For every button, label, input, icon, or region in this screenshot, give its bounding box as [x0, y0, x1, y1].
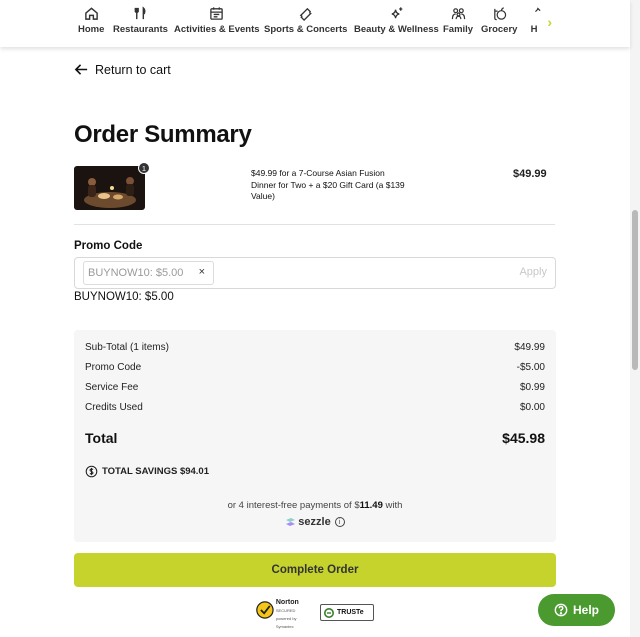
complete-order-button[interactable]: Complete Order: [74, 553, 556, 587]
remove-promo-icon[interactable]: ×: [199, 266, 205, 278]
help-button[interactable]: Help: [538, 594, 615, 626]
return-to-cart-link[interactable]: Return to cart: [74, 62, 171, 77]
return-label: Return to cart: [95, 62, 171, 77]
cart-item-price: $49.99: [513, 168, 547, 180]
ticket-icon: [298, 5, 314, 21]
row-label: Sub-Total (1 items): [85, 342, 169, 353]
divider: [74, 224, 555, 225]
truste-mark-icon: [324, 607, 334, 618]
family-icon: [450, 5, 466, 21]
sezzle-prefix: or 4 interest-free payments of $: [227, 500, 360, 511]
nav-label: Family: [443, 24, 474, 35]
nav-label: H: [530, 24, 538, 35]
row-value: $49.99: [514, 342, 545, 353]
quantity-badge: 1: [138, 162, 150, 174]
nav-label: Home: [78, 24, 105, 35]
nav-item-family[interactable]: Family: [443, 5, 473, 45]
nav-item-partial[interactable]: H: [526, 5, 542, 45]
calendar-icon: [209, 5, 225, 21]
sezzle-mark-icon: [286, 518, 296, 526]
savings-text: TOTAL SAVINGS $94.01: [102, 466, 210, 477]
fork-knife-icon: [132, 5, 148, 21]
nav-item-restaurants[interactable]: Restaurants: [113, 5, 168, 45]
dollar-circle-icon: [85, 465, 98, 478]
order-summary-panel: Sub-Total (1 items) $49.99 Promo Code -$…: [74, 330, 556, 542]
row-label: Promo Code: [85, 362, 142, 373]
total-row: Total $45.98: [85, 430, 545, 446]
scrollbar[interactable]: [630, 0, 640, 637]
norton-label: Norton: [275, 599, 299, 606]
top-navigation: Home Restaurants Activities & Events Spo…: [0, 0, 630, 47]
nav-item-sports[interactable]: Sports & Concerts: [264, 5, 347, 45]
applied-promo-text: BUYNOW10: $5.00: [74, 291, 174, 303]
summary-row-promo: Promo Code -$5.00: [85, 362, 545, 373]
applied-promo-chip: BUYNOW10: $5.00 ×: [83, 261, 214, 285]
info-icon[interactable]: i: [334, 517, 345, 527]
apply-button[interactable]: Apply: [519, 266, 547, 278]
question-circle-icon: [554, 603, 568, 617]
total-savings: TOTAL SAVINGS $94.01: [85, 465, 209, 478]
norton-sub-label: SECURED: [275, 608, 296, 613]
sezzle-amount: 11.49: [359, 500, 383, 511]
sezzle-brand: sezzle: [298, 516, 331, 528]
summary-row-credits: Credits Used $0.00: [85, 402, 545, 413]
norton-check-icon: [256, 601, 274, 619]
nav-item-beauty[interactable]: Beauty & Wellness: [354, 5, 439, 45]
partial-icon: [526, 5, 542, 21]
total-value: $45.98: [502, 430, 545, 446]
nav-label: Restaurants: [113, 24, 168, 35]
promo-chip-text: BUYNOW10: $5.00: [88, 267, 184, 279]
nav-label: Grocery: [481, 24, 518, 35]
row-label: Credits Used: [85, 402, 143, 413]
page-title: Order Summary: [74, 121, 252, 148]
cart-item-description: $49.99 for a 7-Course Asian Fusion Dinne…: [251, 168, 405, 201]
promo-code-field[interactable]: BUYNOW10: $5.00 × Apply: [74, 257, 556, 289]
nav-label: Activities & Events: [174, 24, 260, 35]
sezzle-suffix: with: [382, 500, 403, 511]
sparkle-icon: [388, 5, 404, 21]
chevron-right-icon[interactable]: ›: [547, 14, 552, 30]
arrow-left-icon: [74, 64, 88, 75]
deal-thumbnail[interactable]: [74, 166, 145, 210]
norton-powered-label: powered by Symantec: [275, 616, 297, 629]
row-value: $0.99: [519, 382, 545, 393]
truste-label: TRUSTe: [337, 609, 364, 616]
total-label: Total: [85, 430, 118, 446]
nav-item-home[interactable]: Home: [78, 5, 104, 45]
truste-badge: TRUSTe: [320, 604, 374, 621]
promo-code-label: Promo Code: [74, 240, 143, 252]
sezzle-installments: or 4 interest-free payments of $11.49 wi…: [74, 500, 556, 511]
help-label: Help: [572, 603, 599, 617]
nav-item-grocery[interactable]: Grocery: [481, 5, 517, 45]
summary-row-service-fee: Service Fee $0.99: [85, 382, 545, 393]
nav-label: Sports & Concerts: [264, 24, 348, 35]
row-value: $0.00: [519, 402, 545, 413]
scrollbar-thumb[interactable]: [632, 210, 638, 370]
sezzle-logo[interactable]: sezzle i: [74, 516, 556, 528]
grocery-icon: [491, 5, 507, 21]
norton-secured-badge: Norton SECURED powered by Symantec: [256, 599, 308, 629]
nav-item-activities[interactable]: Activities & Events: [174, 5, 260, 45]
row-label: Service Fee: [85, 382, 139, 393]
home-icon: [83, 5, 99, 21]
row-value: -$5.00: [516, 362, 545, 373]
nav-label: Beauty & Wellness: [354, 24, 439, 35]
summary-row-subtotal: Sub-Total (1 items) $49.99: [85, 342, 545, 353]
